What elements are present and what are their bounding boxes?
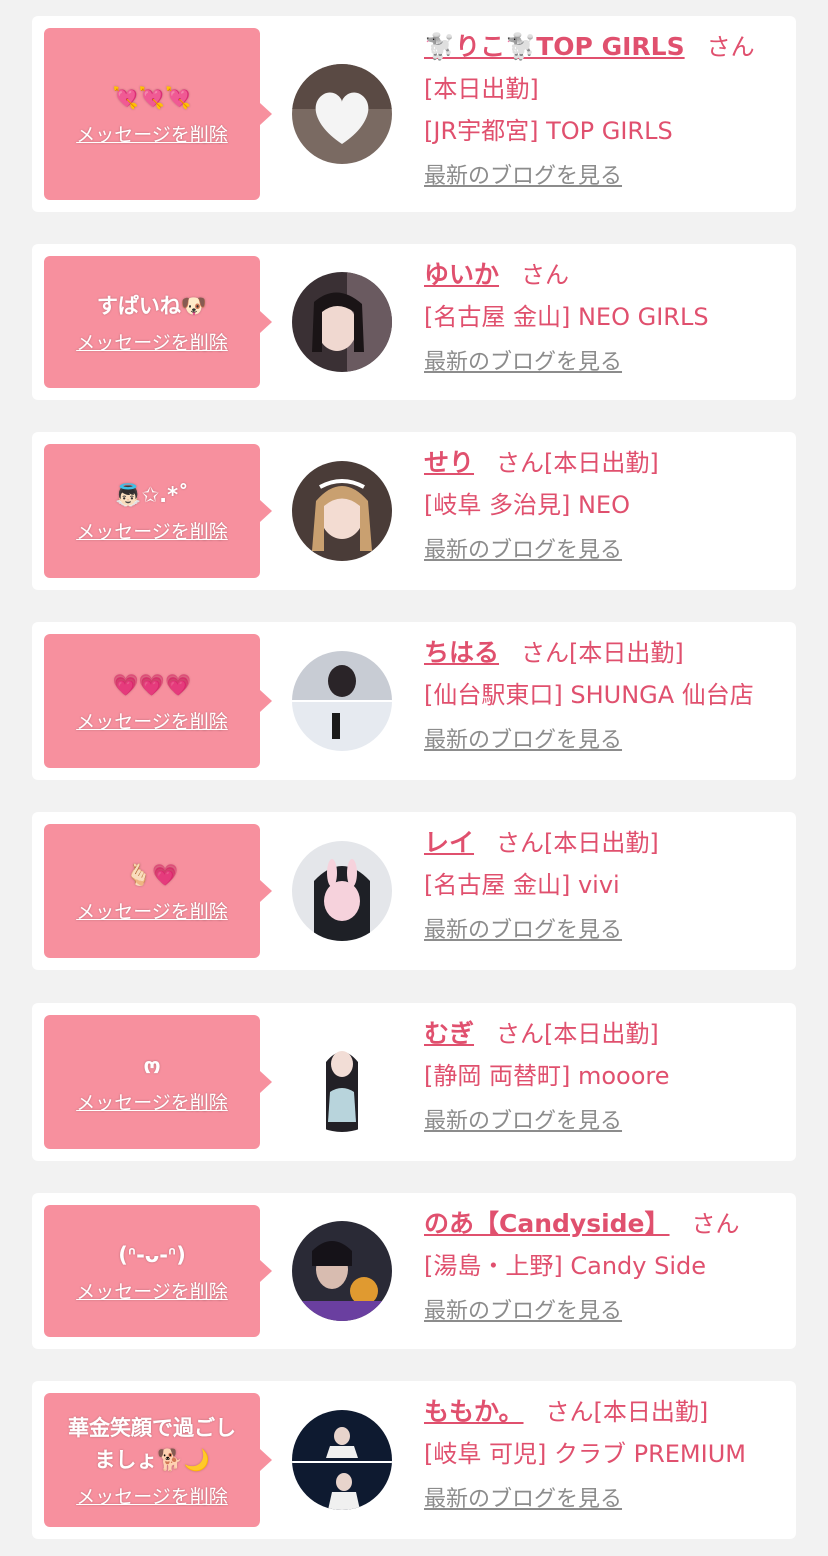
delete-message-link[interactable]: メッセージを削除 xyxy=(76,1277,228,1304)
delete-message-link[interactable]: メッセージを削除 xyxy=(76,897,228,924)
san-label: さん xyxy=(521,639,570,667)
san-label: さん xyxy=(521,261,570,289)
delete-message-link[interactable]: メッセージを削除 xyxy=(76,328,228,355)
favorite-message-list: 💘💘💘 メッセージを削除 🐩りこ🐩TOP GIRLS さん [本日出勤] [JR宇… xyxy=(0,0,828,1556)
san-label: さん xyxy=(545,1398,594,1426)
cast-info: レイ さん[本日出勤] [名古屋 金山] vivi 最新のブログを見る xyxy=(424,822,786,952)
shop-name: [静岡 両替町] mooore xyxy=(424,1062,670,1090)
attendance-inline: [本日出勤] xyxy=(544,449,659,477)
latest-blog-link[interactable]: 最新のブログを見る xyxy=(424,1101,622,1143)
message-bubble: ო メッセージを削除 xyxy=(44,1015,272,1149)
delete-message-link[interactable]: メッセージを削除 xyxy=(76,1088,228,1115)
girl-portrait-avatar-icon xyxy=(292,1032,392,1132)
cast-info: 🐩りこ🐩TOP GIRLS さん [本日出勤] [JR宇都宮] TOP GIRLS… xyxy=(424,26,786,198)
cast-name-link[interactable]: むぎ xyxy=(424,1019,474,1048)
shop-name: [岐阜 多治見] NEO xyxy=(424,491,630,519)
attendance-inline: [本日出勤] xyxy=(544,829,659,857)
cast-info: せり さん[本日出勤] [岐阜 多治見] NEO 最新のブログを見る xyxy=(424,442,786,572)
night-photo-avatar-icon xyxy=(292,1410,392,1510)
cast-name-link[interactable]: ちはる xyxy=(424,638,499,667)
attendance-status: [本日出勤] xyxy=(424,75,539,103)
delete-message-link[interactable]: メッセージを削除 xyxy=(76,517,228,544)
cast-name-link[interactable]: ゆいか xyxy=(424,260,499,289)
shop-name: [岐阜 可児] クラブ PREMIUM xyxy=(424,1440,746,1468)
message-card: 💗💗💗 メッセージを削除 ちはる さん[本日出勤] [仙台駅東口] SHUNGA … xyxy=(32,622,796,780)
latest-blog-link[interactable]: 最新のブログを見る xyxy=(424,1479,622,1521)
attendance-inline: [本日出勤] xyxy=(593,1398,709,1426)
cast-name-link[interactable]: せり xyxy=(424,448,474,477)
latest-blog-link[interactable]: 最新のブログを見る xyxy=(424,156,622,198)
delete-message-link[interactable]: メッセージを削除 xyxy=(76,1482,228,1509)
girl-maid-avatar-icon xyxy=(292,461,392,561)
message-bubble: 👼🏻✩.*˚ メッセージを削除 xyxy=(44,444,272,578)
san-label: さん xyxy=(496,1020,545,1048)
shop-name: [仙台駅東口] SHUNGA 仙台店 xyxy=(424,681,754,709)
latest-blog-link[interactable]: 最新のブログを見る xyxy=(424,720,622,762)
message-text: (ᐢ-ᴗ-ᐢ) xyxy=(118,1242,186,1267)
cast-avatar[interactable] xyxy=(292,1221,392,1321)
san-label: さん xyxy=(496,829,545,857)
cast-info: むぎ さん[本日出勤] [静岡 両替町] mooore 最新のブログを見る xyxy=(424,1013,786,1143)
cast-info: ゆいか さん [名古屋 金山] NEO GIRLS 最新のブログを見る xyxy=(424,254,786,384)
snow-collage-avatar-icon xyxy=(292,651,392,751)
delete-message-link[interactable]: メッセージを削除 xyxy=(76,707,228,734)
cast-name-link[interactable]: 🐩りこ🐩TOP GIRLS xyxy=(424,32,685,61)
message-card: 💘💘💘 メッセージを削除 🐩りこ🐩TOP GIRLS さん [本日出勤] [JR宇… xyxy=(32,16,796,212)
message-bubble: 華金笑顔で過ごし ましょ🐕🌙 メッセージを削除 xyxy=(44,1393,272,1527)
san-label: さん xyxy=(496,449,545,477)
message-bubble: (ᐢ-ᴗ-ᐢ) メッセージを削除 xyxy=(44,1205,272,1337)
cat-selfie-avatar-icon xyxy=(292,1221,392,1321)
cast-avatar[interactable] xyxy=(292,651,392,751)
cast-avatar[interactable] xyxy=(292,841,392,941)
message-text: 🫰🏻💗 xyxy=(125,862,179,887)
san-label: さん xyxy=(691,1210,740,1238)
cast-name-link[interactable]: ももか。 xyxy=(424,1397,524,1426)
cast-avatar[interactable] xyxy=(292,461,392,561)
girl-selfie-avatar-icon xyxy=(292,272,392,372)
message-bubble: 💗💗💗 メッセージを削除 xyxy=(44,634,272,768)
latest-blog-link[interactable]: 最新のブログを見る xyxy=(424,342,622,384)
message-text: 華金笑顔で過ごし ましょ🐕🌙 xyxy=(68,1415,236,1472)
shop-name: [名古屋 金山] vivi xyxy=(424,871,620,899)
message-card: 👼🏻✩.*˚ メッセージを削除 せり さん[本日出勤] [岐阜 多治見] NEO … xyxy=(32,432,796,590)
message-bubble: すぱいね🐶 メッセージを削除 xyxy=(44,256,272,388)
message-text: 💗💗💗 xyxy=(112,672,192,697)
delete-message-link[interactable]: メッセージを削除 xyxy=(76,120,228,147)
cast-avatar[interactable] xyxy=(292,1032,392,1132)
message-card: 華金笑顔で過ごし ましょ🐕🌙 メッセージを削除 ももか。 さん[本日出勤] [岐阜… xyxy=(32,1381,796,1539)
attendance-inline: [本日出勤] xyxy=(569,639,684,667)
message-card: (ᐢ-ᴗ-ᐢ) メッセージを削除 のあ【Candyside】 さん [湯島・上野]… xyxy=(32,1193,796,1349)
message-text: 💘💘💘 xyxy=(112,85,192,110)
cast-name-link[interactable]: のあ【Candyside】 xyxy=(424,1209,670,1238)
attendance-inline: [本日出勤] xyxy=(544,1020,659,1048)
cast-avatar[interactable] xyxy=(292,272,392,372)
cast-info: のあ【Candyside】 さん [湯島・上野] Candy Side 最新のブロ… xyxy=(424,1203,786,1333)
cast-info: ちはる さん[本日出勤] [仙台駅東口] SHUNGA 仙台店 最新のブログを見る xyxy=(424,632,786,762)
latest-blog-link[interactable]: 最新のブログを見る xyxy=(424,530,622,572)
shop-name: [湯島・上野] Candy Side xyxy=(424,1252,706,1280)
white-heart-avatar-icon xyxy=(292,64,392,164)
message-text: すぱいね🐶 xyxy=(96,293,208,318)
cast-avatar[interactable] xyxy=(292,64,392,164)
message-card: すぱいね🐶 メッセージを削除 ゆいか さん [名古屋 金山] NEO GIRLS … xyxy=(32,244,796,400)
message-bubble: 🫰🏻💗 メッセージを削除 xyxy=(44,824,272,958)
latest-blog-link[interactable]: 最新のブログを見る xyxy=(424,1291,622,1333)
message-card: 🫰🏻💗 メッセージを削除 レイ さん[本日出勤] [名古屋 金山] vivi 最新… xyxy=(32,812,796,970)
san-label: さん xyxy=(706,33,755,61)
cast-avatar[interactable] xyxy=(292,1410,392,1510)
message-text: ო xyxy=(143,1053,161,1078)
message-bubble: 💘💘💘 メッセージを削除 xyxy=(44,28,272,200)
shop-name: [JR宇都宮] TOP GIRLS xyxy=(424,117,673,145)
cast-name-link[interactable]: レイ xyxy=(424,828,474,857)
shop-name: [名古屋 金山] NEO GIRLS xyxy=(424,303,709,331)
bunny-filter-avatar-icon xyxy=(292,841,392,941)
message-text: 👼🏻✩.*˚ xyxy=(115,482,189,507)
message-card: ო メッセージを削除 むぎ さん[本日出勤] [静岡 両替町] mooore 最新… xyxy=(32,1003,796,1161)
latest-blog-link[interactable]: 最新のブログを見る xyxy=(424,910,622,952)
cast-info: ももか。 さん[本日出勤] [岐阜 可児] クラブ PREMIUM 最新のブログを… xyxy=(424,1391,786,1521)
